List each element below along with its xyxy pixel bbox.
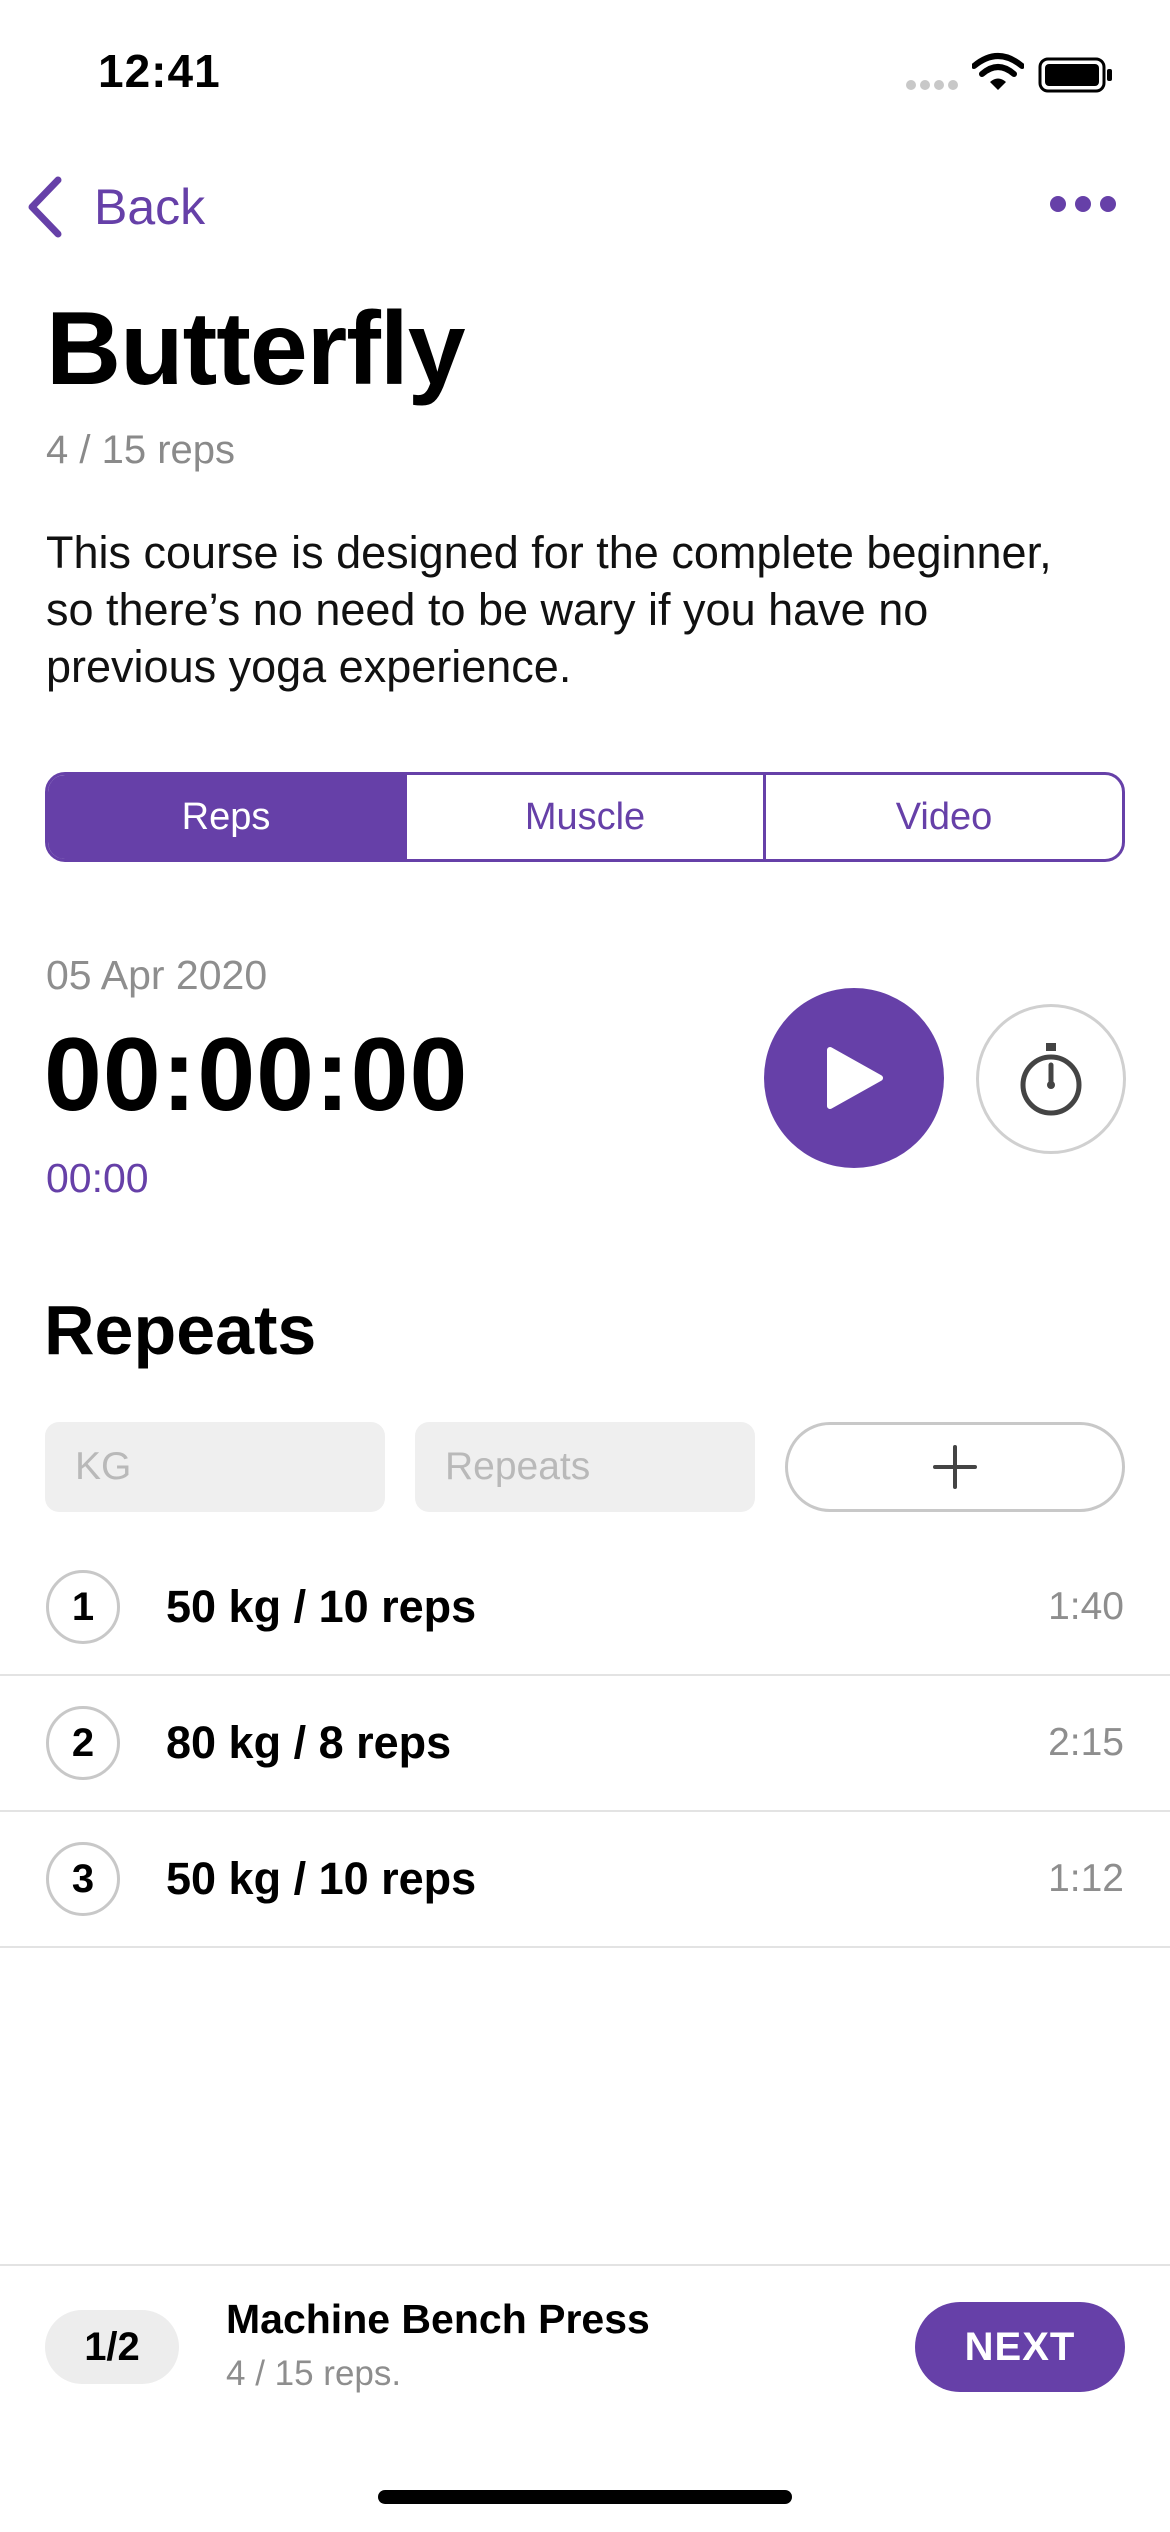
row-label: 50 kg / 10 reps <box>166 1853 477 1904</box>
tab-muscle[interactable]: Muscle <box>404 775 763 859</box>
battery-icon <box>1038 56 1114 94</box>
exercise-progress: 4 / 15 reps <box>46 428 236 472</box>
row-index: 1 <box>46 1570 120 1644</box>
row-label: 80 kg / 8 reps <box>166 1717 452 1768</box>
repeats-input[interactable] <box>415 1422 755 1512</box>
exercise-description: This course is designed for the complete… <box>46 527 1052 692</box>
add-repeat-button[interactable] <box>785 1422 1125 1512</box>
list-item[interactable]: 3 50 kg / 10 reps 1:12 <box>0 1812 1170 1948</box>
back-label: Back <box>94 179 206 235</box>
list-item[interactable]: 1 50 kg / 10 reps 1:40 <box>0 1540 1170 1676</box>
play-button[interactable] <box>764 988 944 1168</box>
row-time: 1:12 <box>1048 1857 1124 1900</box>
chevron-left-icon <box>28 176 62 238</box>
tab-video[interactable]: Video <box>763 775 1122 859</box>
next-button[interactable]: NEXT <box>915 2302 1125 2392</box>
play-icon <box>827 1047 883 1109</box>
row-label: 50 kg / 10 reps <box>166 1581 477 1632</box>
plus-icon <box>933 1445 977 1489</box>
workout-date: 05 Apr 2020 <box>46 952 268 998</box>
home-indicator <box>378 2490 792 2504</box>
back-button[interactable]: Back <box>24 172 205 242</box>
status-time: 12:41 <box>98 45 221 97</box>
repeats-heading: Repeats <box>44 1291 317 1369</box>
list-item[interactable]: 2 80 kg / 8 reps 2:15 <box>0 1676 1170 1812</box>
row-index: 2 <box>46 1706 120 1780</box>
tab-bar: Reps Muscle Video <box>45 772 1125 862</box>
next-exercise-title: Machine Bench Press <box>226 2296 650 2342</box>
row-time: 1:40 <box>1048 1585 1124 1628</box>
row-index: 3 <box>46 1842 120 1916</box>
row-time: 2:15 <box>1048 1721 1124 1764</box>
repeats-list: 1 50 kg / 10 reps 1:40 2 80 kg / 8 reps … <box>0 1540 1170 1948</box>
kg-input[interactable] <box>45 1422 385 1512</box>
stopwatch-icon <box>1020 1043 1082 1116</box>
wifi-icon <box>971 52 1025 92</box>
page-indicator: 1/2 <box>45 2310 179 2384</box>
next-exercise-subtitle: 4 / 15 reps. <box>226 2354 402 2393</box>
timer-display: 00:00:00 <box>44 1017 469 1133</box>
cellular-signal-icon <box>906 80 960 90</box>
stopwatch-button[interactable] <box>976 1004 1126 1154</box>
tab-reps[interactable]: Reps <box>48 775 404 859</box>
exercise-title: Butterfly <box>46 291 466 407</box>
lap-time: 00:00 <box>46 1155 149 1201</box>
more-button[interactable] <box>1050 196 1116 216</box>
